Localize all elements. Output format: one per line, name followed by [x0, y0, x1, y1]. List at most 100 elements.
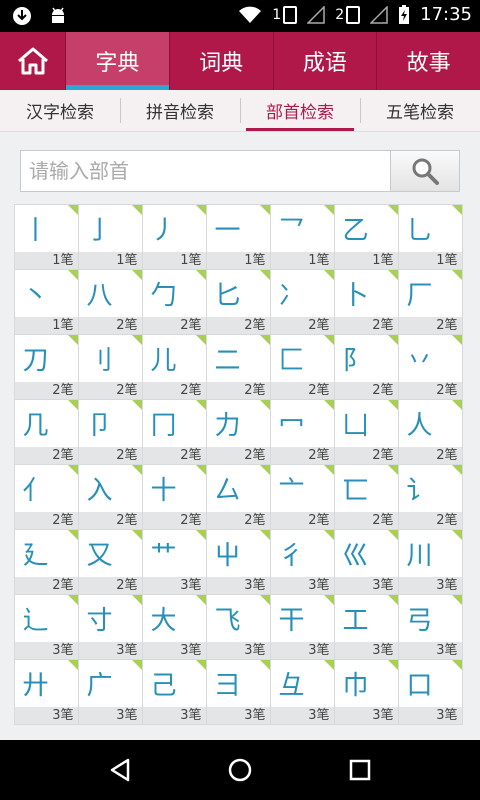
- radical-cell[interactable]: 丨 1笔: [13, 203, 79, 270]
- subtab-wubi[interactable]: 五笔检索: [360, 90, 480, 131]
- radical-cell[interactable]: 丶 1笔: [13, 268, 79, 335]
- radical-cell[interactable]: 乛 1笔: [269, 203, 335, 270]
- stroke-count: 1笔: [14, 316, 78, 334]
- home-circle-icon[interactable]: [227, 757, 253, 783]
- radical-cell[interactable]: 巾 3笔: [333, 658, 399, 725]
- tab-gushi[interactable]: 故事: [377, 32, 480, 90]
- tab-zidian[interactable]: 字典: [66, 32, 170, 90]
- radical-char: 辶: [22, 606, 49, 636]
- stroke-count: 2笔: [270, 381, 334, 399]
- tab-chengyu[interactable]: 成语: [274, 32, 378, 90]
- radical-cell[interactable]: 广 3笔: [77, 658, 143, 725]
- radical-cell[interactable]: 卩 2笔: [77, 398, 143, 465]
- radical-cell[interactable]: 冖 2笔: [269, 398, 335, 465]
- radical-cell[interactable]: 飞 3笔: [205, 593, 271, 660]
- radical-cell[interactable]: 几 2笔: [13, 398, 79, 465]
- radical-cell[interactable]: 二 2笔: [205, 333, 271, 400]
- sim-card-icon: [283, 5, 298, 24]
- radical-cell[interactable]: 巛 3笔: [333, 528, 399, 595]
- radical-cell[interactable]: 丷 2笔: [397, 333, 463, 400]
- radical-cell[interactable]: 辶 3笔: [13, 593, 79, 660]
- radical-cell[interactable]: 匕 2笔: [205, 268, 271, 335]
- sim1-label: 1: [272, 6, 282, 23]
- radical-cell[interactable]: 乚 1笔: [397, 203, 463, 270]
- radical-cell[interactable]: 亅 1笔: [77, 203, 143, 270]
- radical-cell[interactable]: 大 3笔: [141, 593, 207, 660]
- stroke-count: 1笔: [206, 251, 270, 269]
- sim-card-icon: [346, 5, 361, 24]
- download-icon: [13, 7, 31, 25]
- radical-cell[interactable]: 厶 2笔: [205, 463, 271, 530]
- radical-cell[interactable]: 干 3笔: [269, 593, 335, 660]
- stroke-count: 2笔: [206, 316, 270, 334]
- radical-cell[interactable]: 冂 2笔: [141, 398, 207, 465]
- radical-cell[interactable]: 八 2笔: [77, 268, 143, 335]
- radical-cell[interactable]: 屮 3笔: [205, 528, 271, 595]
- radical-cell[interactable]: 刀 2笔: [13, 333, 79, 400]
- radical-cell[interactable]: 口 3笔: [397, 658, 463, 725]
- radical-cell[interactable]: 亻 2笔: [13, 463, 79, 530]
- radical-cell[interactable]: 寸 3笔: [77, 593, 143, 660]
- radical-cell[interactable]: 阝 2笔: [333, 333, 399, 400]
- radical-cell[interactable]: 彑 3笔: [269, 658, 335, 725]
- radical-cell[interactable]: 十 2笔: [141, 463, 207, 530]
- stroke-count: 2笔: [78, 511, 142, 529]
- stroke-count: 3笔: [206, 641, 270, 659]
- radical-cell[interactable]: 讠 2笔: [397, 463, 463, 530]
- radical-cell[interactable]: 廾 3笔: [13, 658, 79, 725]
- radical-cell[interactable]: 凵 2笔: [333, 398, 399, 465]
- radical-cell[interactable]: 乙 1笔: [333, 203, 399, 270]
- radical-cell[interactable]: 廴 2笔: [13, 528, 79, 595]
- radical-char: 卜: [342, 281, 369, 311]
- stroke-count: 3笔: [270, 706, 334, 724]
- radical-cell[interactable]: 亠 2笔: [269, 463, 335, 530]
- recents-icon[interactable]: [347, 757, 373, 783]
- radical-cell[interactable]: 力 2笔: [205, 398, 271, 465]
- radical-char: 巾: [342, 671, 369, 701]
- back-icon[interactable]: [107, 757, 133, 783]
- tab-label: 词典: [199, 51, 244, 76]
- radical-cell[interactable]: 丿 1笔: [141, 203, 207, 270]
- search-icon: [412, 158, 439, 185]
- radical-cell[interactable]: 刂 2笔: [77, 333, 143, 400]
- stroke-count: 2笔: [398, 511, 462, 529]
- radical-cell[interactable]: 卜 2笔: [333, 268, 399, 335]
- radical-search-input[interactable]: [20, 150, 390, 192]
- radical-char: 彳: [278, 541, 305, 571]
- stroke-count: 2笔: [206, 511, 270, 529]
- radical-cell[interactable]: 川 3笔: [397, 528, 463, 595]
- stroke-count: 3笔: [78, 641, 142, 659]
- radical-cell[interactable]: 己 3笔: [141, 658, 207, 725]
- radical-cell[interactable]: 又 2笔: [77, 528, 143, 595]
- subtab-pinyin[interactable]: 拼音检索: [120, 90, 240, 131]
- stroke-count: 3笔: [78, 706, 142, 724]
- wifi-icon: [239, 6, 262, 23]
- radical-cell[interactable]: 冫 2笔: [269, 268, 335, 335]
- stroke-count: 2笔: [78, 446, 142, 464]
- radical-cell[interactable]: 彐 3笔: [205, 658, 271, 725]
- radical-cell[interactable]: 弓 3笔: [397, 593, 463, 660]
- radical-cell[interactable]: 彳 3笔: [269, 528, 335, 595]
- battery-charging-icon: [399, 4, 410, 24]
- radical-char: 弓: [406, 606, 433, 636]
- radical-cell[interactable]: 工 3笔: [333, 593, 399, 660]
- search-button[interactable]: [390, 150, 460, 192]
- signal-icon: [370, 5, 388, 24]
- radical-cell[interactable]: 人 2笔: [397, 398, 463, 465]
- radical-char: 乚: [406, 216, 433, 246]
- radical-char: 冖: [278, 411, 305, 441]
- tab-cidian[interactable]: 词典: [170, 32, 274, 90]
- radical-cell[interactable]: 一 1笔: [205, 203, 271, 270]
- subtab-bushou[interactable]: 部首检索: [240, 90, 360, 131]
- subtab-hanzi[interactable]: 汉字检索: [0, 90, 120, 131]
- radical-cell[interactable]: 勹 2笔: [141, 268, 207, 335]
- radical-cell[interactable]: 艹 3笔: [141, 528, 207, 595]
- radical-char: 廾: [22, 671, 49, 701]
- home-button[interactable]: [0, 32, 66, 90]
- radical-cell[interactable]: 厂 2笔: [397, 268, 463, 335]
- radical-cell[interactable]: 入 2笔: [77, 463, 143, 530]
- radical-cell[interactable]: 匚 2笔: [269, 333, 335, 400]
- radical-char: 冫: [278, 281, 305, 311]
- radical-cell[interactable]: 儿 2笔: [141, 333, 207, 400]
- radical-cell[interactable]: 匸 2笔: [333, 463, 399, 530]
